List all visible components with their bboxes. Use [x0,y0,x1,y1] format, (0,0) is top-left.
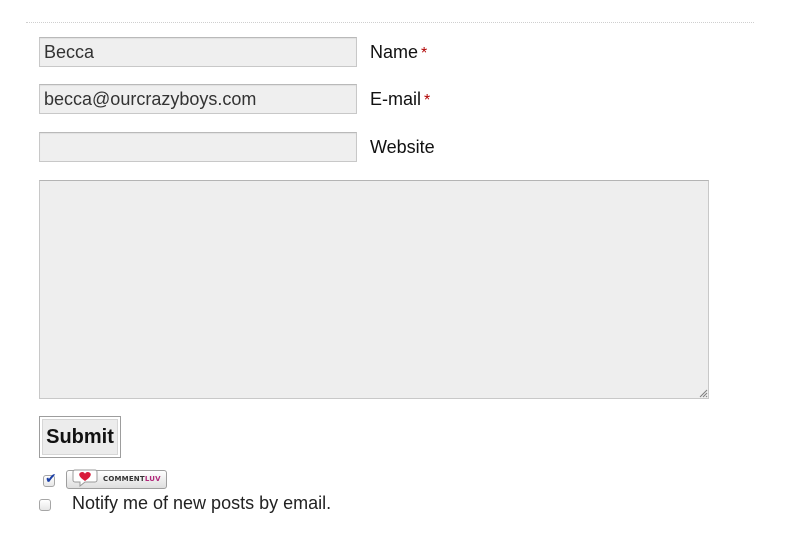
name-label-text: Name [370,42,419,62]
submit-button[interactable]: Submit [39,416,121,458]
notify-checkbox[interactable] [39,499,51,511]
email-input[interactable] [39,84,357,114]
comment-textarea[interactable] [39,180,709,399]
email-label-text: E-mail [370,89,422,109]
notify-label: Notify me of new posts by email. [72,493,332,513]
resize-grip-icon[interactable] [698,388,708,398]
commentluv-badge[interactable]: COMMENTLUV [66,469,167,489]
name-required-mark: * [421,45,428,62]
website-input[interactable] [39,132,357,162]
top-divider [26,22,754,23]
checkmark-icon: ✔ [45,470,57,486]
email-required-mark: * [424,92,431,109]
commentluv-text-main: COMMENT [103,475,145,483]
commentluv-text-accent: LUV [144,475,161,483]
name-label: Name * [370,41,427,65]
website-label: Website [370,136,435,158]
commentluv-badge-text: COMMENTLUV [103,475,161,484]
email-label: E-mail * [370,88,430,112]
name-input[interactable] [39,37,357,67]
heart-speech-bubble-icon [72,469,98,487]
website-label-text: Website [370,137,435,157]
commentluv-checkbox[interactable]: ✔ [43,471,57,487]
